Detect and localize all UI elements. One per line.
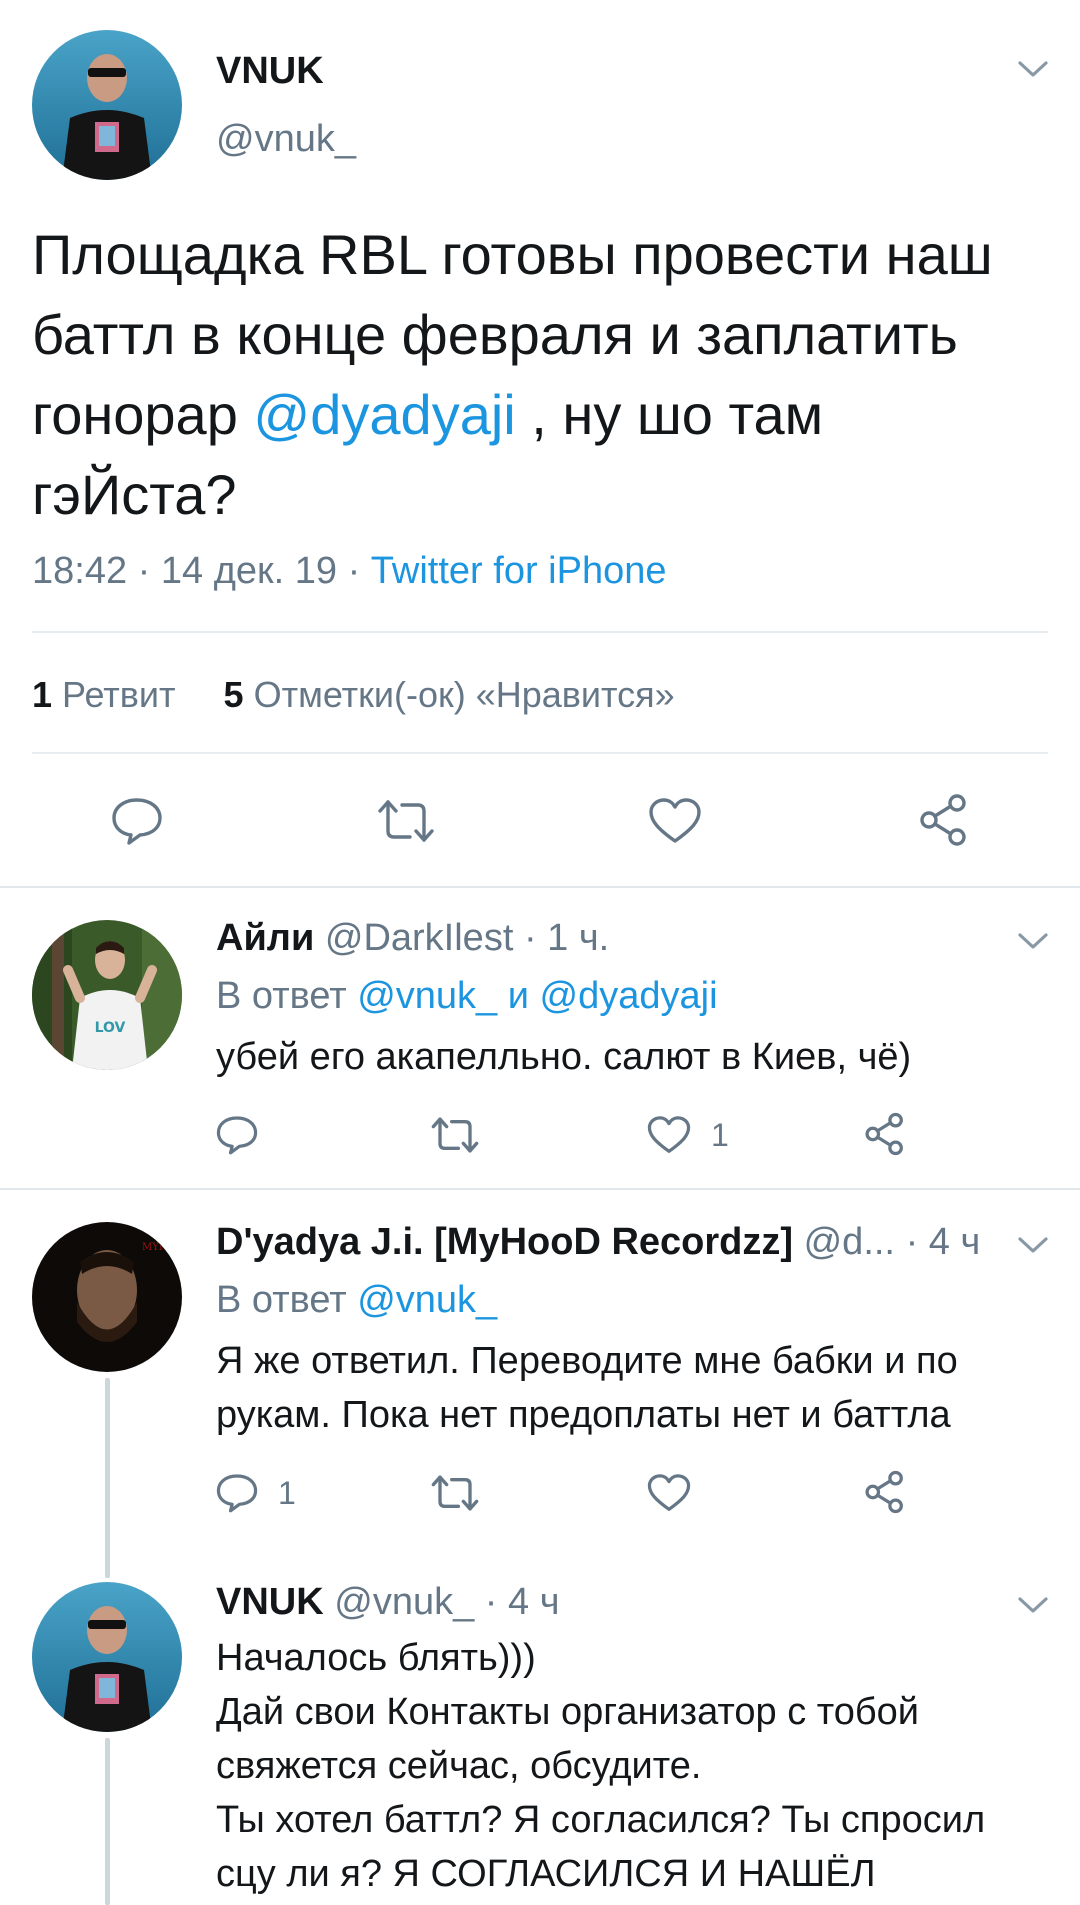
reply-time[interactable]: · 1 ч. bbox=[524, 917, 609, 959]
share-icon[interactable] bbox=[917, 793, 971, 847]
reply-button[interactable]: 1 bbox=[216, 1473, 296, 1513]
reply-text: Началось блять))) Дай свои Контакты орга… bbox=[216, 1631, 985, 1901]
likes-count: 5 bbox=[223, 674, 244, 715]
avatar[interactable]: MYHD bbox=[32, 1222, 182, 1372]
reply-to-line: В ответ @vnuk_ bbox=[216, 1279, 497, 1322]
heart-icon bbox=[647, 1116, 691, 1153]
author-name[interactable]: VNUK bbox=[216, 50, 324, 93]
reply-time[interactable]: · 4 ч bbox=[906, 1221, 981, 1263]
retweets-stat[interactable]: 1 Ретвит bbox=[32, 674, 186, 715]
svg-text:MYHD: MYHD bbox=[142, 1242, 176, 1253]
tweet-stats: 1 Ретвит 5 Отметки(-ок) «Нравится» bbox=[32, 674, 675, 716]
reply-header: D'yadya J.i. [MyHooD Recordzz] @d... · 4… bbox=[216, 1221, 980, 1264]
chevron-down-icon[interactable] bbox=[1017, 59, 1049, 79]
reply-text-line: Дай свои Контакты организатор с тобой bbox=[216, 1691, 919, 1733]
likes-stat[interactable]: 5 Отметки(-ок) «Нравится» bbox=[224, 674, 675, 715]
meta-separator: · bbox=[347, 550, 361, 592]
reply-header: Айли @DarkIlest · 1 ч. bbox=[216, 917, 609, 960]
svg-text:LOV: LOV bbox=[95, 1020, 126, 1036]
tweet-source[interactable]: Twitter for iPhone bbox=[371, 550, 667, 592]
mention-link[interactable]: @dyadyaji bbox=[253, 383, 515, 446]
reply-author-handle[interactable]: @vnuk_ bbox=[334, 1581, 474, 1623]
reply-text-line: Началось блять))) bbox=[216, 1637, 536, 1679]
retweet-icon[interactable] bbox=[430, 1473, 480, 1513]
heart-icon[interactable] bbox=[647, 1473, 691, 1513]
reply-icon[interactable] bbox=[111, 797, 163, 845]
reply-author-name[interactable]: VNUK bbox=[216, 1581, 324, 1623]
reply-author-name[interactable]: Айли bbox=[216, 917, 314, 959]
reply-header: VNUK @vnuk_ · 4 ч bbox=[216, 1581, 560, 1624]
retweet-icon[interactable] bbox=[430, 1115, 480, 1155]
tweet-date[interactable]: 14 дек. 19 bbox=[161, 550, 337, 592]
thread-line bbox=[105, 1738, 110, 1905]
share-icon[interactable] bbox=[863, 1470, 907, 1514]
reply-text-line: рукам. Пока нет предоплаты нет и баттла bbox=[216, 1394, 951, 1436]
meta-separator: · bbox=[137, 550, 151, 592]
reply-icon bbox=[216, 1474, 258, 1513]
tweet-time[interactable]: 18:42 bbox=[32, 550, 127, 592]
avatar[interactable] bbox=[32, 30, 182, 180]
avatar[interactable]: LOV bbox=[32, 920, 182, 1070]
reply-to-link[interactable]: @vnuk_ и @dyadyaji bbox=[357, 975, 717, 1017]
divider bbox=[0, 1188, 1080, 1190]
like-count: 1 bbox=[711, 1116, 729, 1153]
reply-time[interactable]: · 4 ч bbox=[485, 1581, 560, 1623]
divider bbox=[0, 886, 1080, 888]
retweets-count: 1 bbox=[32, 674, 53, 715]
reply-text: убей его акапелльно. салют в Киев, чё) bbox=[216, 1030, 911, 1084]
reply-to-line: В ответ @vnuk_ и @dyadyaji bbox=[216, 975, 718, 1018]
reply-count: 1 bbox=[278, 1474, 296, 1511]
share-icon[interactable] bbox=[863, 1112, 907, 1156]
chevron-down-icon[interactable] bbox=[1017, 1235, 1049, 1255]
reply-text-line: Ты хотел баттл? Я согласился? Ты спросил bbox=[216, 1799, 986, 1841]
reply-text-line: свяжется сейчас, обсудите. bbox=[216, 1745, 702, 1787]
likes-label: Отметки(-ок) «Нравится» bbox=[253, 674, 675, 715]
retweet-icon[interactable] bbox=[376, 797, 436, 845]
tweet-meta: 18:42 · 14 дек. 19 · Twitter for iPhone bbox=[32, 550, 666, 593]
divider bbox=[32, 631, 1048, 633]
reply-text: Я же ответил. Переводите мне бабки и по … bbox=[216, 1334, 958, 1442]
reply-author-name[interactable]: D'yadya J.i. [MyHooD Recordzz] bbox=[216, 1221, 793, 1263]
reply-to-link[interactable]: @vnuk_ bbox=[357, 1279, 497, 1321]
tweet-text: Площадка RBL готовы провести наш баттл в… bbox=[32, 215, 1042, 535]
heart-icon[interactable] bbox=[648, 797, 702, 845]
divider bbox=[32, 752, 1048, 754]
reply-to-prefix: В ответ bbox=[216, 1279, 358, 1321]
like-button[interactable]: 1 bbox=[647, 1115, 729, 1155]
reply-to-prefix: В ответ bbox=[216, 975, 358, 1017]
reply-text-line: Я же ответил. Переводите мне бабки и по bbox=[216, 1340, 958, 1382]
author-handle[interactable]: @vnuk_ bbox=[216, 118, 356, 161]
thread-line bbox=[105, 1378, 110, 1578]
avatar[interactable] bbox=[32, 1582, 182, 1732]
chevron-down-icon[interactable] bbox=[1017, 931, 1049, 951]
reply-text-line: убей его акапелльно. салют в Киев, чё) bbox=[216, 1036, 912, 1078]
reply-icon[interactable] bbox=[216, 1115, 258, 1155]
reply-author-handle[interactable]: @d... bbox=[804, 1221, 895, 1263]
reply-text-line: сцу ли я? Я СОГЛАСИЛСЯ И НАШЁЛ bbox=[216, 1853, 876, 1895]
reply-author-handle[interactable]: @DarkIlest bbox=[325, 917, 514, 959]
retweets-label: Ретвит bbox=[62, 674, 176, 715]
chevron-down-icon[interactable] bbox=[1017, 1595, 1049, 1615]
